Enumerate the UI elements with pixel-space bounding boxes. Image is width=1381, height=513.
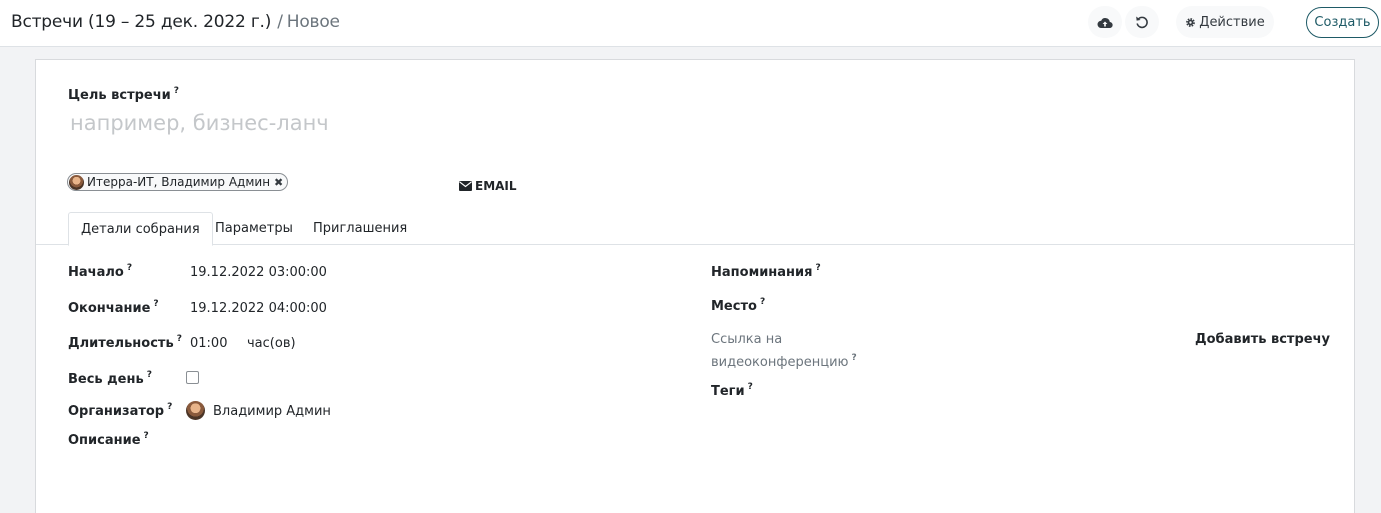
help-tooltip-icon[interactable]: ?	[153, 299, 158, 309]
attendee-avatar	[69, 174, 84, 190]
title-label: Цель встречи?	[68, 86, 179, 103]
allday-label: Весь день?	[68, 370, 152, 387]
allday-checkbox[interactable]	[186, 371, 199, 384]
organizer-label: Организатор?	[68, 402, 172, 419]
organizer-field[interactable]: Владимир Админ	[213, 404, 331, 419]
tags-label: Теги?	[711, 382, 753, 399]
create-button[interactable]: Создать	[1306, 7, 1379, 38]
organizer-avatar	[186, 401, 205, 420]
save-button[interactable]	[1088, 6, 1122, 38]
duration-unit: час(ов)	[247, 336, 296, 351]
help-tooltip-icon[interactable]: ?	[816, 263, 821, 273]
start-label-text: Начало	[68, 265, 124, 280]
tab-options[interactable]: Параметры	[203, 212, 305, 245]
start-label: Начало?	[68, 263, 132, 280]
videocall-label: Ссылка на видеоконференцию?	[711, 330, 857, 372]
stop-datetime-field[interactable]: 19.12.2022 04:00:00	[190, 301, 327, 316]
help-tooltip-icon[interactable]: ?	[167, 402, 172, 412]
attendee-tag-label: Итерра-ИТ, Владимир Админ	[87, 175, 271, 189]
reminders-label-text: Напоминания	[711, 265, 813, 280]
location-label-text: Место	[711, 299, 757, 314]
title-input[interactable]	[70, 108, 670, 138]
form-tabs: Детали собрания Параметры Приглашения	[36, 212, 1354, 246]
help-tooltip-icon[interactable]: ?	[147, 370, 152, 380]
duration-label-text: Длительность	[68, 336, 174, 351]
description-label-text: Описание	[68, 433, 141, 448]
stop-label: Окончание?	[68, 299, 159, 316]
breadcrumb: Встречи (19 – 25 дек. 2022 г.) / Новое	[11, 12, 340, 32]
title-label-text: Цель встречи	[68, 88, 171, 103]
cloud-upload-icon	[1097, 17, 1113, 28]
organizer-label-text: Организатор	[68, 404, 165, 419]
videocall-label-line1: Ссылка на	[711, 332, 783, 347]
stop-label-text: Окончание	[68, 301, 151, 316]
start-datetime-field[interactable]: 19.12.2022 03:00:00	[190, 265, 327, 280]
description-label: Описание?	[68, 431, 149, 448]
envelope-icon	[459, 181, 472, 191]
location-label: Место?	[711, 297, 765, 314]
breadcrumb-separator: /	[277, 12, 283, 32]
duration-label: Длительность?	[68, 334, 182, 351]
discard-button[interactable]	[1125, 6, 1159, 38]
email-button-label: EMAIL	[475, 179, 517, 193]
action-menu-label: Действие	[1199, 14, 1265, 30]
allday-label-text: Весь день	[68, 372, 144, 387]
videocall-label-line2: видеоконференцию	[711, 355, 849, 370]
gear-icon	[1186, 17, 1196, 27]
help-tooltip-icon[interactable]: ?	[174, 86, 179, 96]
reminders-label: Напоминания?	[711, 263, 821, 280]
undo-icon	[1136, 16, 1148, 29]
tags-label-text: Теги	[711, 384, 745, 399]
help-tooltip-icon[interactable]: ?	[748, 382, 753, 392]
control-panel: Встречи (19 – 25 дек. 2022 г.) / Новое Дей…	[0, 0, 1381, 47]
breadcrumb-current: Новое	[286, 12, 340, 32]
help-tooltip-icon[interactable]: ?	[127, 263, 132, 273]
help-tooltip-icon[interactable]: ?	[760, 297, 765, 307]
duration-field[interactable]: 01:00	[190, 336, 227, 351]
tab-invitations[interactable]: Приглашения	[301, 212, 419, 245]
remove-attendee-icon[interactable]: ✖	[274, 176, 283, 189]
help-tooltip-icon[interactable]: ?	[177, 334, 182, 344]
add-meeting-button[interactable]: Добавить встречу	[1195, 332, 1330, 347]
help-tooltip-icon[interactable]: ?	[851, 353, 856, 363]
tab-meeting-details[interactable]: Детали собрания	[68, 212, 213, 246]
attendee-tag: Итерра-ИТ, Владимир Админ ✖	[67, 173, 289, 191]
email-attendees-button[interactable]: EMAIL	[459, 179, 517, 193]
breadcrumb-parent-link[interactable]: Встречи (19 – 25 дек. 2022 г.)	[11, 12, 271, 32]
action-menu-button[interactable]: Действие	[1176, 6, 1274, 38]
help-tooltip-icon[interactable]: ?	[144, 431, 149, 441]
